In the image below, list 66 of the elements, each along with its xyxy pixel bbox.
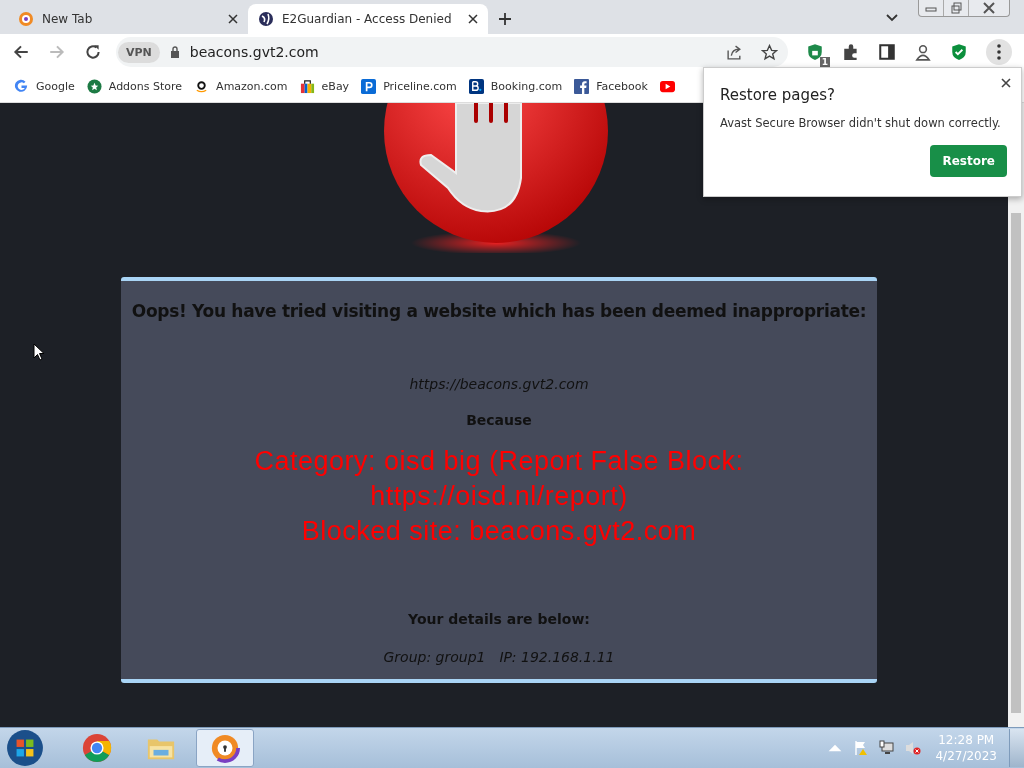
network-icon[interactable] (879, 740, 896, 756)
dialog-title: Restore pages? (720, 86, 836, 104)
address-field[interactable]: beacons.gvt2.com (189, 44, 319, 60)
group-text: Group: group1 (383, 649, 486, 665)
category-text: Category: oisd big (Report False Block: https://oisd.nl/report) (253, 445, 745, 513)
bookmark[interactable]: Facebook (574, 78, 648, 94)
reason-label: Because (465, 412, 533, 428)
bookmark-label: Addons Store (108, 79, 183, 93)
blocked-site-text: Blocked site: beacons.gvt2.com (300, 515, 698, 548)
blocked-url: https://beacons.gvt2.com (408, 376, 590, 392)
start-orb-icon[interactable] (6, 729, 44, 767)
mouse-pointer-icon (33, 343, 45, 361)
tab-title: New Tab (42, 12, 94, 26)
shield-lock-icon[interactable] (806, 43, 824, 61)
bookmark[interactable]: Amazon.com (194, 78, 288, 94)
google-g-icon (14, 78, 29, 94)
video-play-icon[interactable] (659, 78, 675, 94)
bookmark[interactable]: Google (14, 78, 75, 94)
taskbar-button[interactable] (196, 729, 254, 767)
details-label: Your details are below: (407, 611, 591, 627)
puzzle-icon[interactable] (842, 43, 860, 61)
browser-logo-icon (18, 11, 34, 27)
priceline-icon (361, 78, 377, 94)
lock-icon[interactable] (169, 46, 180, 58)
chevron-down-icon[interactable] (886, 14, 898, 22)
bookmark-label: eBay (321, 79, 350, 93)
star-icon[interactable] (761, 43, 778, 61)
globe-icon (258, 11, 274, 27)
shopping-bag-icon (299, 78, 315, 94)
browser-tab[interactable]: E2Guardian - Access Denied (248, 4, 488, 34)
notification-badge: 1 (819, 57, 830, 67)
dialog-message: Avast Secure Browser didn't shut down correctly. (720, 116, 1002, 130)
new-tab-icon[interactable] (498, 12, 512, 26)
close-icon[interactable] (1001, 78, 1011, 88)
chrome-icon (82, 733, 112, 763)
facebook-icon (574, 78, 590, 94)
close-icon[interactable] (228, 14, 238, 24)
browser-tab[interactable]: New Tab (8, 4, 248, 34)
shield-check-icon[interactable] (950, 43, 968, 61)
speaker-muted-icon[interactable] (905, 740, 922, 756)
bookmark-label: Priceline.com (383, 79, 457, 93)
clock-date: 4/27/2023 (935, 748, 997, 764)
profile-icon[interactable] (914, 43, 932, 61)
vpn-button[interactable]: VPN (118, 41, 160, 63)
reload-icon[interactable] (84, 43, 102, 61)
bookmark-label: Facebook (596, 79, 648, 93)
bookmark[interactable]: Addons Store (86, 78, 183, 94)
menu-icon[interactable] (986, 39, 1012, 65)
side-panel-icon[interactable] (878, 43, 896, 61)
bookmark[interactable]: eBay (299, 78, 350, 94)
bookmark-label: Booking.com (490, 79, 563, 93)
tab-title: E2Guardian - Access Denied (282, 12, 453, 26)
bookmark-label: Google (36, 79, 75, 93)
bookmark[interactable]: Booking.com (468, 78, 563, 94)
block-heading: Oops! You have tried visiting a website which has been deemed inappropriate: (130, 301, 868, 321)
ip-text: IP: 192.168.1.11 (499, 649, 615, 665)
restore-button[interactable]: Restore (930, 145, 1007, 177)
clock-time: 12:28 PM (938, 732, 995, 748)
addons-icon (86, 78, 102, 94)
bookmark-label: Amazon.com (216, 79, 288, 93)
share-icon[interactable] (726, 43, 743, 61)
back-arrow-icon[interactable] (12, 43, 30, 61)
bookmark[interactable]: Priceline.com (361, 78, 457, 94)
lock-browser-icon (210, 733, 240, 763)
close-icon[interactable] (468, 14, 478, 24)
booking-icon (468, 78, 484, 94)
